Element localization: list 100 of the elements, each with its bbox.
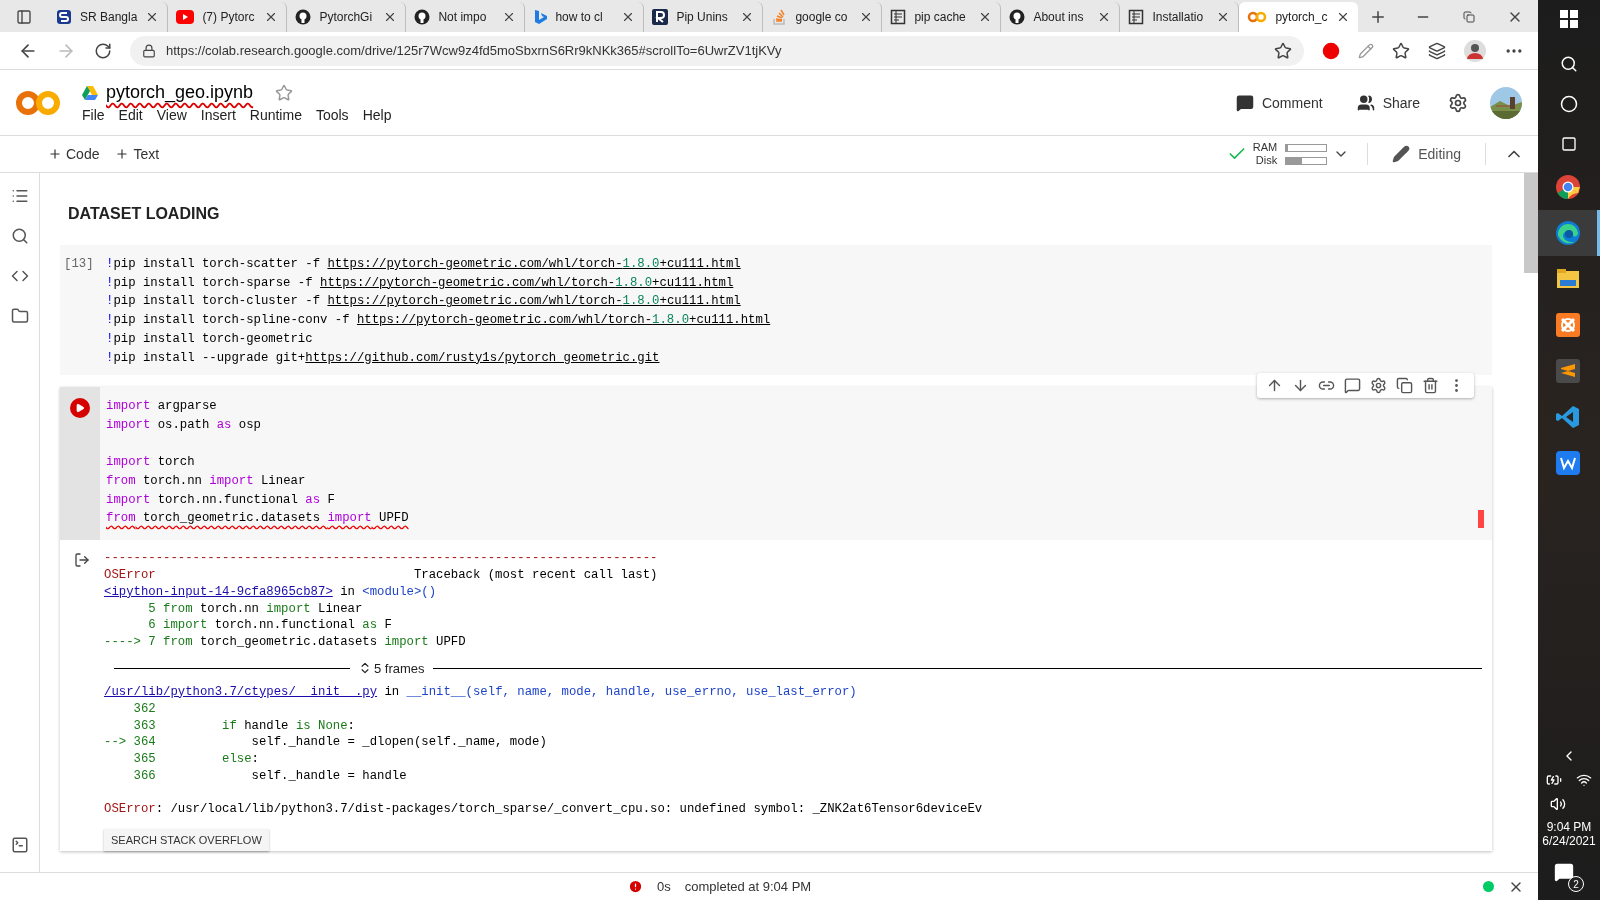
comment-icon[interactable]	[1344, 377, 1361, 395]
settings-icon[interactable]	[1370, 377, 1387, 395]
battery-icon[interactable]	[1546, 772, 1562, 788]
code-cell[interactable]	[60, 245, 1492, 376]
menu-item[interactable]: File	[82, 107, 105, 123]
favorites-icon[interactable]	[1392, 41, 1410, 60]
favorite-icon[interactable]	[1274, 41, 1292, 60]
mirror-cell-icon[interactable]	[1396, 377, 1413, 395]
browser-tab[interactable]: pip cache	[882, 2, 1002, 32]
search-icon[interactable]	[10, 227, 29, 245]
settings-icon[interactable]	[1448, 92, 1468, 113]
code-line: !pip install --upgrade git+https://github.com/rusty1s/pytorch_geometric.git	[106, 349, 661, 367]
folder-icon[interactable]	[10, 307, 29, 325]
s-logo-icon	[56, 9, 72, 25]
output-actions-icon[interactable]	[74, 552, 90, 569]
run-button[interactable]	[70, 398, 90, 419]
reload-icon[interactable]	[94, 41, 112, 60]
folder-icon[interactable]	[1555, 268, 1580, 290]
browser-tab[interactable]: how to cl	[525, 2, 645, 32]
execution-count: [13]	[64, 256, 95, 273]
search-stack-overflow-button[interactable]: SEARCH STACK OVERFLOW	[104, 829, 269, 852]
browser-tab[interactable]: SR Bangla	[48, 2, 169, 32]
browser-tab[interactable]: PytorchGi	[287, 2, 407, 32]
link[interactable]: https://pytorch-geometric.com/whl/torch-1.8.0+cu111.html	[356, 313, 771, 328]
collections-icon[interactable]	[1428, 41, 1446, 60]
document-icon	[890, 9, 907, 25]
add-text-button[interactable]: Text	[107, 146, 168, 162]
link[interactable]: https://pytorch-geometric.com/whl/torch-1.8.0+cu111.html	[327, 294, 741, 309]
code-cell[interactable]: import argparse import os.path as osp import torch from torch.nn import Linear import torch.nn.functional as F from torch_geometric.datasets import UPFD	[60, 387, 1492, 541]
bing-icon	[533, 9, 548, 25]
output-line: <ipython-input-14-9cfa8965cb87> in <module>()	[104, 583, 438, 601]
code-line: import argparse	[106, 398, 218, 416]
link[interactable]: https://pytorch-geometric.com/whl/torch-1.8.0+cu111.html	[327, 257, 741, 271]
browser-tab[interactable]: Pip Unins	[644, 2, 764, 32]
windows-logo[interactable]	[1560, 10, 1578, 28]
menu-item[interactable]: Edit	[118, 107, 143, 123]
r-logo-icon	[652, 9, 669, 25]
error-message: OSError: /usr/local/lib/python3.7/dist-packages/torch_sparse/_convert_cpu.so: undefined symbol: _ZNK2at6Tensor6deviceEv	[104, 800, 984, 818]
people-icon	[1356, 93, 1375, 112]
status-message: completed at 9:04 PM	[684, 879, 812, 894]
menu-item[interactable]: View	[156, 107, 187, 123]
editing-button[interactable]: Editing	[1386, 145, 1467, 163]
link[interactable]: /usr/lib/python3.7/ctypes/__init__.py	[104, 684, 378, 699]
wifi-icon[interactable]	[1576, 772, 1592, 788]
code-line: import torch	[106, 454, 196, 472]
edge-icon[interactable]	[1554, 220, 1581, 246]
table-of-contents-icon[interactable]	[10, 187, 29, 205]
github-icon	[1009, 9, 1026, 25]
avatar-icon[interactable]	[1464, 39, 1486, 62]
link[interactable]: https://pytorch-geometric.com/whl/torch-1.8.0+cu111.html	[320, 275, 734, 290]
notebook-title[interactable]: pytorch_geo.ipynb	[106, 82, 254, 103]
address-bar[interactable]: https://colab.research.google.com/drive/125r7Wcw9z4fd5moSbxrnS6Rr9kNKk365#scrollTo=6UwrZV1tjKVy	[130, 35, 1304, 66]
code-line: from torch.nn import Linear	[106, 473, 307, 490]
code-line: import torch.nn.functional as F	[106, 491, 336, 509]
terminal-icon[interactable]	[10, 836, 29, 854]
plus-icon	[115, 147, 130, 161]
menu-item[interactable]: Runtime	[249, 107, 302, 123]
output-line: 5 from torch.nn import Linear	[147, 600, 364, 618]
pen-icon[interactable]	[1358, 42, 1374, 59]
menu-item[interactable]: Tools	[315, 107, 349, 123]
menu-item[interactable]: Insert	[200, 107, 236, 123]
code-line: !pip install torch-geometric	[106, 330, 314, 348]
link[interactable]: https://github.com/rusty1s/pytorch_geometric.git	[305, 350, 660, 365]
xampp-icon[interactable]	[1555, 313, 1580, 337]
wps-icon[interactable]	[1555, 451, 1580, 475]
volume-icon[interactable]	[1550, 796, 1567, 812]
notification-count: 2	[1568, 876, 1584, 892]
url-text: https://colab.research.google.com/drive/125r7Wcw9z4fd5moSbxrnS6Rr9kNKk365#scrollTo=6UwrZV1tjKVy	[166, 43, 783, 58]
browser-tab[interactable]: Not impo	[406, 2, 526, 32]
code-line: !pip install torch-cluster -f https://pytorch-geometric.com/whl/torch-1.8.0+cu111.html	[106, 293, 742, 311]
output-line: --> 364 self._handle = _dlopen(self._name, mode)	[104, 734, 548, 752]
link[interactable]: <ipython-input-14-9cfa8965cb87>	[104, 584, 333, 599]
share-button[interactable]: Share	[1350, 93, 1426, 112]
menu-item[interactable]: Help	[362, 107, 392, 123]
output-line: 366 self._handle = handle	[132, 767, 408, 785]
vscode-icon[interactable]	[1555, 405, 1580, 429]
code-line: import os.path as osp	[106, 416, 262, 434]
delete-icon[interactable]	[1422, 377, 1439, 395]
star-icon[interactable]	[275, 83, 294, 102]
resources-button[interactable]: RAM Disk	[1252, 141, 1328, 167]
browser-tab[interactable]: pytorch_c	[1239, 2, 1359, 32]
frames-toggle[interactable]: 5 frames	[358, 660, 425, 676]
clock[interactable]: 9:04 PM 6/24/2021	[1542, 820, 1596, 848]
browser-tab[interactable]: (7) Pytorc	[168, 2, 288, 32]
output-line: 365 else:	[132, 751, 260, 768]
browser-tab[interactable]: google co	[763, 2, 883, 32]
scrollbar-thumb[interactable]	[1524, 173, 1538, 273]
add-code-button[interactable]: Code	[40, 146, 108, 162]
extension-icon[interactable]	[1322, 41, 1340, 60]
plus-icon	[48, 147, 62, 161]
comment-button[interactable]: Comment	[1229, 93, 1329, 112]
lock-icon	[142, 43, 156, 58]
stack-icon	[771, 9, 788, 25]
sublime-icon[interactable]	[1555, 359, 1580, 383]
output-line: ---------------------------------------------------------------------------	[104, 550, 659, 567]
duration-text: 0s	[657, 879, 671, 894]
browser-tab[interactable]: About ins	[1001, 2, 1121, 32]
play-icon	[75, 403, 85, 414]
output-line: 362	[132, 700, 157, 718]
chrome-icon[interactable]	[1554, 174, 1581, 200]
